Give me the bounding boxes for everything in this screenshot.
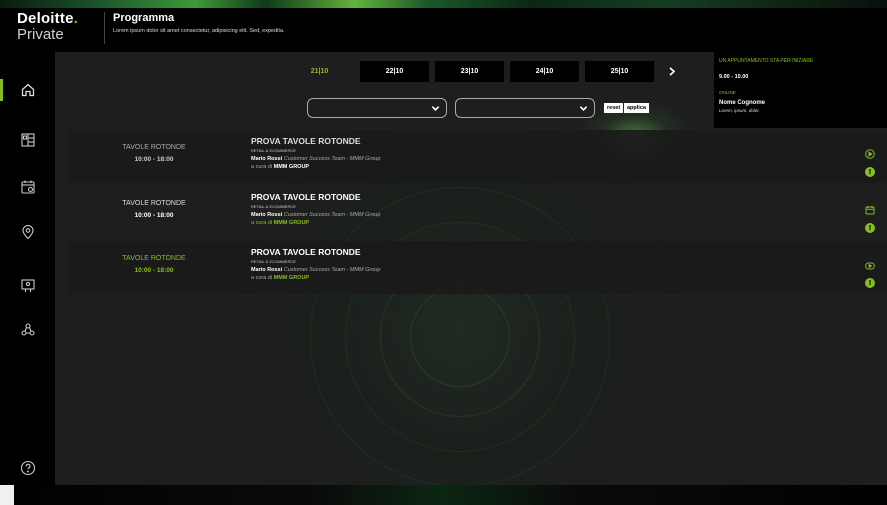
session-category: TAVOLE ROTONDE: [122, 200, 186, 207]
date-tab-23-10[interactable]: 23|10: [435, 61, 504, 82]
home-icon[interactable]: [20, 82, 36, 98]
help-icon[interactable]: [20, 460, 36, 476]
chevron-down-icon: [431, 106, 440, 111]
session-row[interactable]: TAVOLE ROTONDE 10:00 - 18:00 PROVA TAVOL…: [68, 241, 887, 294]
play-circle-icon[interactable]: [865, 149, 875, 159]
info-icon[interactable]: !: [865, 223, 875, 233]
brand-name: Deloitte.: [17, 10, 78, 27]
chevron-down-icon: [579, 106, 588, 111]
deloitte-private-logo[interactable]: Deloitte. Private: [17, 11, 78, 42]
session-tag: RETAIL & ECOMMERCE: [251, 259, 296, 264]
session-organizer: a cura di MMM GROUP: [251, 220, 310, 226]
session-category: TAVOLE ROTONDE: [122, 255, 186, 262]
session-row[interactable]: TAVOLE ROTONDE 10:00 - 18:00 PROVA TAVOL…: [68, 130, 887, 183]
network-icon[interactable]: [20, 322, 36, 338]
session-time: 10:00 - 18:00: [134, 267, 174, 274]
bottom-bar: [0, 485, 887, 505]
location-pin-icon[interactable]: [20, 224, 36, 240]
filter-select-2[interactable]: [455, 98, 595, 118]
session-tag: RETAIL & ECOMMERCE: [251, 204, 296, 209]
reset-button[interactable]: reset: [604, 103, 624, 113]
info-icon[interactable]: !: [865, 278, 875, 288]
top-gradient-strip: [0, 0, 887, 8]
page-subtitle: Lorem ipsum dolor sit amet consectetur, …: [113, 28, 285, 34]
speaker-board-icon[interactable]: [20, 278, 36, 294]
session-title: PROVA TAVOLE ROTONDE: [251, 136, 361, 146]
session-time: 10:00 - 18:00: [134, 156, 174, 163]
date-tabs: 21|10 22|10 23|10 24|10 25|10: [285, 61, 654, 82]
session-title: PROVA TAVOLE ROTONDE: [251, 192, 361, 202]
date-tab-21-10[interactable]: 21|10: [285, 61, 354, 82]
page-title: Programma: [113, 12, 175, 24]
notification-name: Nome Cognome: [719, 100, 766, 106]
session-speaker: Mario Rossi Customer Success Team - MMM …: [251, 212, 381, 218]
session-organizer: a cura di MMM GROUP: [251, 275, 310, 281]
upcoming-appointment-panel[interactable]: UN APPUNTAMENTO STA PER INIZIARE 9.00 - …: [714, 52, 887, 128]
app-header: Deloitte. Private Programma Lorem ipsum …: [0, 8, 887, 52]
notification-description: Lorem, ipsum, dolor.: [719, 108, 760, 113]
header-divider: [104, 12, 105, 44]
session-tag: RETAIL & ECOMMERCE: [251, 148, 296, 153]
chevron-right-icon[interactable]: [665, 63, 679, 79]
session-organizer: a cura di MMM GROUP: [251, 164, 310, 170]
notification-mode: ONLINE: [719, 90, 736, 95]
date-tab-25-10[interactable]: 25|10: [585, 61, 654, 82]
session-time: 10:00 - 18:00: [134, 212, 174, 219]
session-speaker: Mario Rossi Customer Success Team - MMM …: [251, 267, 381, 273]
session-speaker: Mario Rossi Customer Success Team - MMM …: [251, 156, 381, 162]
session-row[interactable]: TAVOLE ROTONDE 10:00 - 18:00 PROVA TAVOL…: [68, 186, 887, 239]
info-icon[interactable]: !: [865, 167, 875, 177]
sidebar-active-indicator: [0, 79, 3, 101]
background-ring: [410, 287, 510, 387]
notification-time: 9.00 - 10.00: [719, 74, 749, 80]
date-tab-24-10[interactable]: 24|10: [510, 61, 579, 82]
sidebar: [0, 52, 55, 485]
agenda-grid-icon[interactable]: [20, 132, 36, 148]
notification-title: UN APPUNTAMENTO STA PER INIZIARE: [719, 58, 814, 64]
corner-strip: [0, 485, 14, 505]
filter-select-1[interactable]: [307, 98, 447, 118]
session-category: TAVOLE ROTONDE: [122, 144, 186, 151]
brand-sub: Private: [17, 26, 64, 43]
apply-button[interactable]: applica: [624, 103, 649, 113]
calendar-icon[interactable]: [20, 179, 36, 195]
session-title: PROVA TAVOLE ROTONDE: [251, 247, 361, 257]
date-tab-22-10[interactable]: 22|10: [360, 61, 429, 82]
video-play-icon[interactable]: [865, 261, 875, 271]
calendar-icon[interactable]: [865, 205, 875, 215]
